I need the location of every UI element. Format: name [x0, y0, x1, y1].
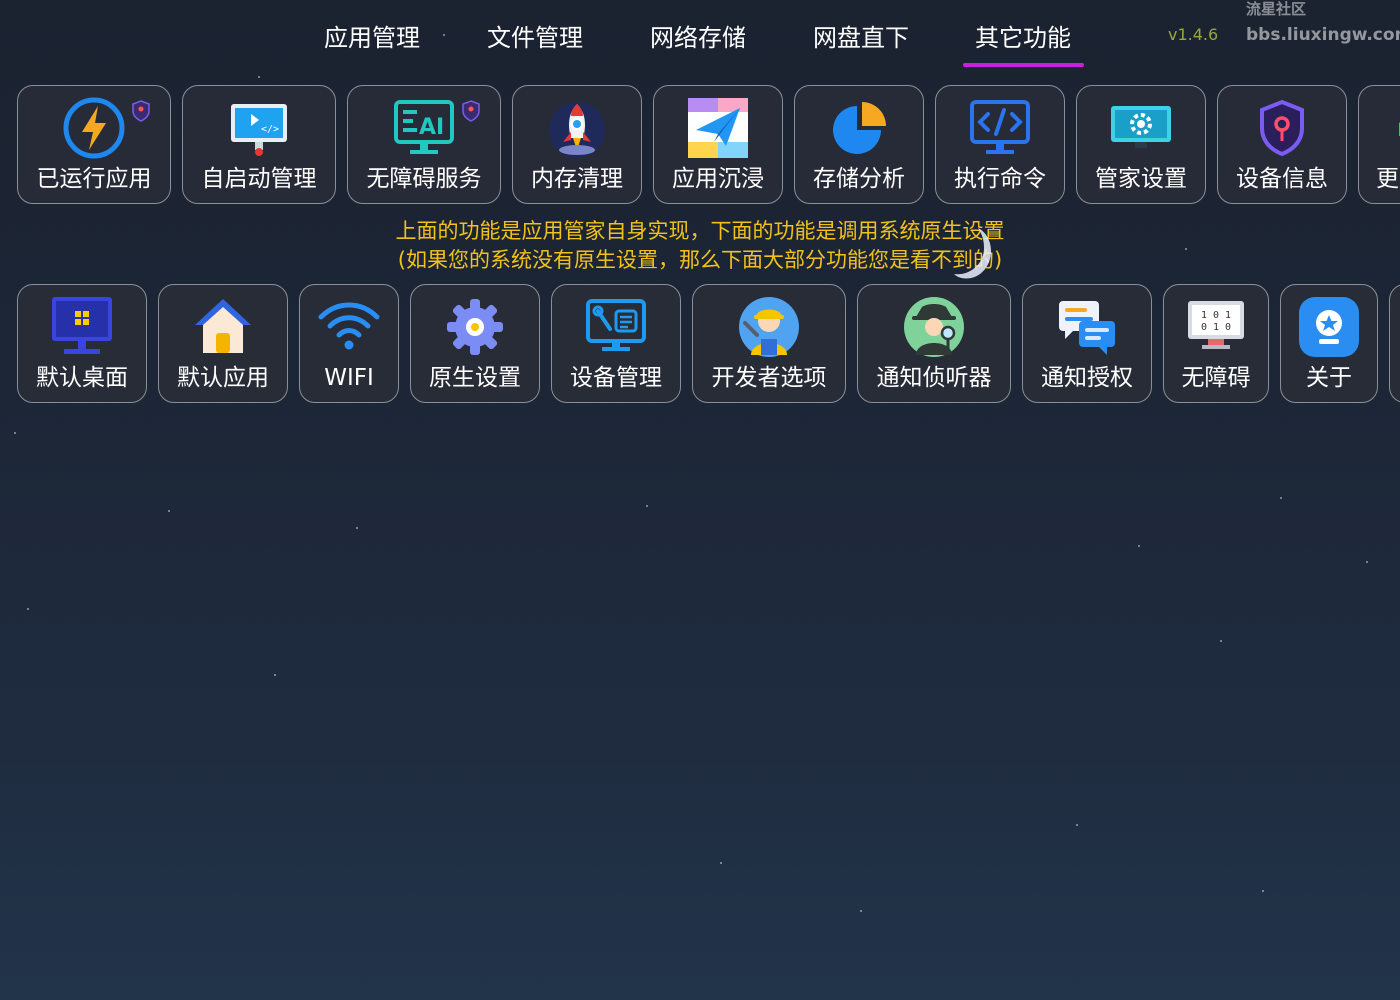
tab-other-functions[interactable]: 其它功能 — [975, 20, 1071, 56]
wifi-icon — [318, 302, 380, 350]
notification-authorization-label: 通知授权 — [1041, 365, 1133, 391]
developer-options-label: 开发者选项 — [711, 365, 827, 391]
default-desktop-button[interactable]: 默认桌面 — [17, 284, 147, 403]
autostart-management-button[interactable]: </> 自启动管理 — [182, 85, 336, 204]
paper-plane-icon — [688, 98, 748, 158]
binary-screen-icon: 1 0 1 0 1 0 — [1188, 301, 1244, 349]
lightning-icon — [63, 97, 125, 159]
active-tab-indicator — [963, 63, 1084, 67]
more-label: 更 — [1376, 166, 1399, 192]
shield-badge-icon — [132, 100, 150, 122]
tab-cloud-download[interactable]: 网盘直下 — [813, 20, 909, 56]
top-nav: 应用管理 文件管理 网络存储 网盘直下 其它功能 v1.4.6 流星社区 bbs… — [0, 0, 1400, 70]
native-settings-label: 原生设置 — [429, 365, 521, 391]
native-settings-button[interactable]: 原生设置 — [410, 284, 540, 403]
about-label: 关于 — [1306, 365, 1352, 391]
memory-clean-button[interactable]: 内存清理 — [512, 85, 642, 204]
watermark-url: bbs.liuxingw.com — [1246, 25, 1400, 45]
device-management-label: 设备管理 — [570, 365, 662, 391]
memory-clean-label: 内存清理 — [531, 166, 623, 192]
tab-file-management[interactable]: 文件管理 — [487, 20, 583, 56]
more-icon — [1399, 122, 1400, 136]
home-icon — [195, 299, 251, 353]
watermark-title: 流星社区 — [1246, 0, 1307, 18]
execute-command-label: 执行命令 — [954, 166, 1046, 192]
tab-app-management[interactable]: 应用管理 — [324, 20, 420, 56]
svg-text:1 0 1: 1 0 1 — [1201, 310, 1231, 321]
next-tile-button[interactable] — [1389, 284, 1400, 403]
code-terminal-icon — [970, 100, 1030, 154]
running-apps-label: 已运行应用 — [36, 166, 152, 192]
device-manage-icon — [586, 299, 646, 351]
svg-text:</>: </> — [261, 124, 279, 135]
settings-screen-icon — [1111, 106, 1171, 148]
app-immersive-label: 应用沉浸 — [672, 166, 764, 192]
default-apps-button[interactable]: 默认应用 — [158, 284, 288, 403]
version-label: v1.4.6 — [1168, 25, 1219, 44]
developer-options-button[interactable]: 开发者选项 — [692, 284, 846, 403]
manager-settings-label: 管家设置 — [1095, 166, 1187, 192]
monitor-code-icon: </> — [231, 104, 287, 156]
notification-listener-button[interactable]: 通知侦听器 — [857, 284, 1011, 403]
accessibility-service-label: 无障碍服务 — [366, 166, 482, 192]
desktop-icon — [52, 297, 112, 354]
manager-settings-button[interactable]: 管家设置 — [1076, 85, 1206, 204]
storage-analysis-label: 存储分析 — [813, 166, 905, 192]
developer-worker-icon — [739, 297, 799, 357]
about-button[interactable]: 关于 — [1280, 284, 1378, 403]
gear-icon — [447, 299, 503, 355]
pie-chart-icon — [833, 102, 886, 154]
execute-command-button[interactable]: 执行命令 — [935, 85, 1065, 204]
running-apps-button[interactable]: 已运行应用 — [17, 85, 171, 204]
wifi-button[interactable]: WIFI — [299, 284, 399, 403]
autostart-management-label: 自启动管理 — [201, 166, 317, 192]
detective-icon — [904, 297, 964, 357]
shield-badge-icon — [462, 100, 480, 122]
more-button[interactable]: 更 — [1358, 85, 1400, 204]
device-management-button[interactable]: 设备管理 — [551, 284, 681, 403]
shield-key-icon — [1260, 99, 1304, 157]
about-badge-icon — [1299, 297, 1359, 357]
wifi-label: WIFI — [324, 365, 374, 391]
ai-screen-icon: AI — [394, 100, 454, 154]
rocket-icon — [549, 102, 605, 158]
default-apps-label: 默认应用 — [177, 365, 269, 391]
svg-text:AI: AI — [419, 115, 444, 140]
notification-authorization-button[interactable]: 通知授权 — [1022, 284, 1152, 403]
default-desktop-label: 默认桌面 — [36, 365, 128, 391]
tab-network-storage[interactable]: 网络存储 — [650, 20, 746, 56]
accessibility-label: 无障碍 — [1181, 365, 1251, 391]
svg-text:0 1 0: 0 1 0 — [1201, 322, 1231, 333]
accessibility-button[interactable]: 1 0 1 0 1 0 无障碍 — [1163, 284, 1269, 403]
device-info-label: 设备信息 — [1236, 166, 1328, 192]
chat-bubbles-icon — [1059, 301, 1115, 355]
moon-icon — [954, 228, 992, 279]
accessibility-service-button[interactable]: AI 无障碍服务 — [347, 85, 501, 204]
app-immersive-button[interactable]: 应用沉浸 — [653, 85, 783, 204]
notification-listener-label: 通知侦听器 — [876, 365, 992, 391]
device-info-button[interactable]: 设备信息 — [1217, 85, 1347, 204]
storage-analysis-button[interactable]: 存储分析 — [794, 85, 924, 204]
